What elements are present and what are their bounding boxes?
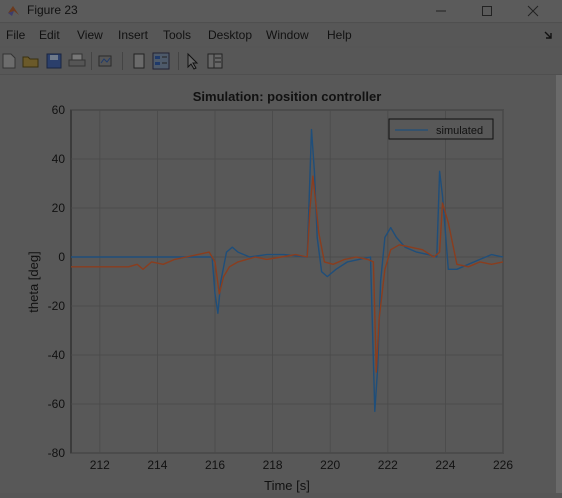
matlab-logo-icon	[8, 6, 19, 16]
toolbar-separator	[91, 52, 92, 70]
close-icon	[527, 5, 539, 17]
menu-insert[interactable]: Insert	[118, 28, 148, 42]
menu-bar: File Edit View Insert Tools Desktop Wind…	[0, 24, 562, 46]
y-axis-label: theta [deg]	[26, 251, 41, 312]
figure-toolbar	[0, 48, 562, 75]
x-tick-label: 220	[320, 458, 340, 472]
maximize-button[interactable]	[464, 0, 510, 22]
window-title: Figure 23	[27, 3, 78, 17]
y-tick-label: 20	[52, 201, 66, 215]
x-axis-label: Time [s]	[264, 478, 310, 493]
x-tick-label: 226	[493, 458, 513, 472]
menu-view[interactable]: View	[77, 28, 103, 42]
minimize-button[interactable]	[418, 0, 464, 22]
plot-area	[70, 109, 504, 454]
y-tick-label: 60	[52, 103, 66, 117]
select-pointer-icon[interactable]	[184, 52, 202, 70]
close-button[interactable]	[510, 0, 556, 22]
x-tick-label: 216	[205, 458, 225, 472]
y-tick-label: -60	[48, 397, 66, 411]
x-tick-label: 214	[147, 458, 167, 472]
window-titlebar: Figure 23	[0, 0, 562, 23]
new-figure-icon[interactable]	[0, 52, 18, 70]
dock-toggle-icon[interactable]	[130, 52, 148, 70]
y-tick-label: 0	[58, 250, 65, 264]
legend-toggle-icon[interactable]	[152, 52, 170, 70]
print-icon[interactable]	[68, 52, 86, 70]
x-tick-label: 212	[90, 458, 110, 472]
link-plot-icon[interactable]	[97, 52, 115, 70]
menu-desktop[interactable]: Desktop	[208, 28, 252, 42]
property-editor-icon[interactable]	[206, 52, 224, 70]
side-panel-edge	[556, 75, 562, 493]
figure-canvas: 212 214 216 218 220 222 224 226 60 40 20 0 -20 -40 -60…	[0, 75, 556, 493]
y-tick-label: 40	[52, 152, 66, 166]
menu-tools[interactable]: Tools	[163, 28, 191, 42]
menu-file[interactable]: File	[6, 28, 25, 42]
menu-window[interactable]: Window	[266, 28, 309, 42]
legend[interactable]: simulated	[388, 118, 494, 140]
chart-title: Simulation: position controller	[193, 89, 382, 104]
dock-arrow-icon[interactable]	[543, 30, 555, 40]
toolbar-separator	[178, 52, 179, 70]
x-tick-label: 218	[263, 458, 283, 472]
y-tick-label: -40	[48, 348, 66, 362]
minimize-icon	[436, 10, 446, 12]
open-file-icon[interactable]	[22, 52, 40, 70]
x-tick-label: 222	[378, 458, 398, 472]
x-tick-label: 224	[435, 458, 455, 472]
y-tick-label: -20	[48, 299, 66, 313]
save-icon[interactable]	[45, 52, 63, 70]
menu-help[interactable]: Help	[327, 28, 352, 42]
menu-edit[interactable]: Edit	[39, 28, 60, 42]
legend-label-simulated: simulated	[436, 125, 483, 137]
toolbar-separator	[122, 52, 123, 70]
y-tick-label: -80	[48, 446, 66, 460]
maximize-icon	[482, 6, 492, 16]
line-chart[interactable]: 212 214 216 218 220 222 224 226 60 40 20 0 -20 -40 -60…	[0, 75, 556, 493]
